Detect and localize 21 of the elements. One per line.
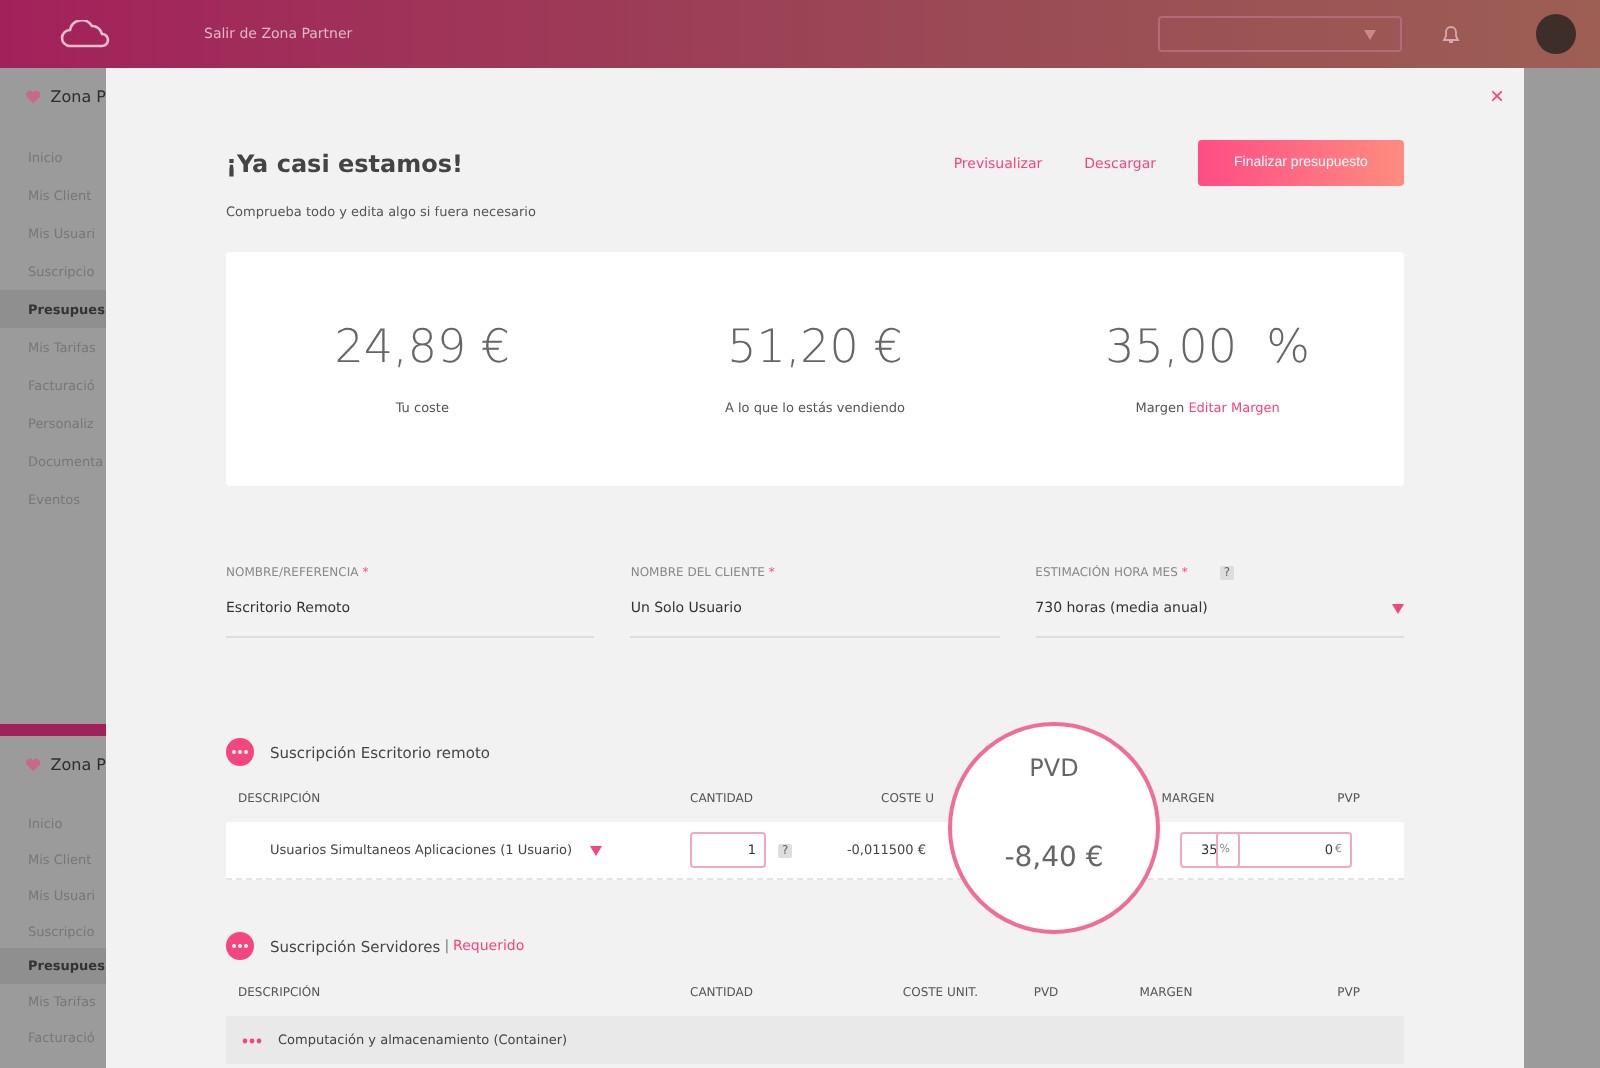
magnified-value: -8,40 € [1004,842,1104,874]
modal-title: ¡Ya casi estamos! [226,149,463,177]
search-field[interactable] [1158,16,1402,52]
close-button[interactable]: × [1489,84,1504,108]
stat-value: 24,89 € [334,322,511,374]
avatar[interactable] [1536,14,1576,54]
more-icon[interactable] [242,1037,262,1043]
bell-icon[interactable] [1442,24,1460,44]
stat-value: 35,00 % [1105,322,1310,374]
heart-icon [26,758,41,772]
caret-icon [590,845,603,855]
heart-icon [26,90,41,104]
caret-icon [1391,603,1404,613]
collapse-icon[interactable] [226,932,254,960]
stat-value: 51,20 € [727,322,903,374]
caret-icon [1364,29,1376,39]
sidebar-title: Zona P [50,756,106,774]
collapse-icon[interactable] [226,738,254,766]
sidebar-title: Zona P [50,88,106,106]
cloud-icon[interactable] [60,20,112,48]
magnified-heading: PVD [1029,754,1079,782]
